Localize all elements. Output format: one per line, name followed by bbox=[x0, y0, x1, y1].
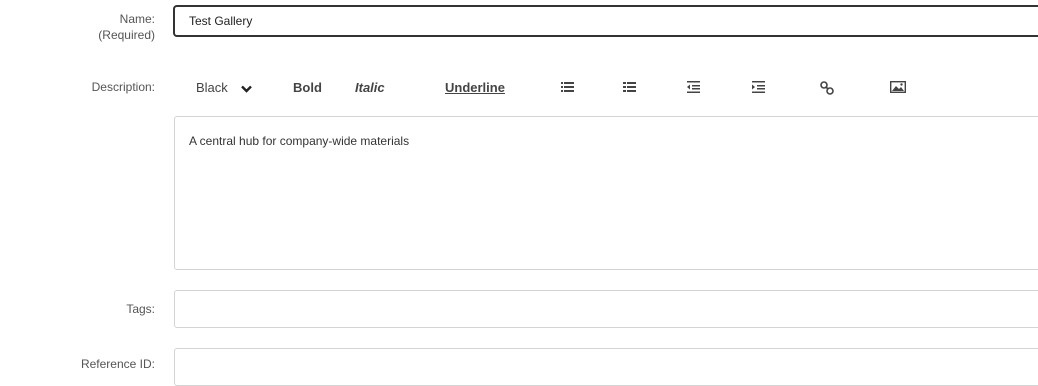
italic-button[interactable]: Italic bbox=[355, 78, 385, 98]
description-label: Description: bbox=[91, 80, 155, 94]
description-editor[interactable]: A central hub for company-wide materials bbox=[174, 116, 1038, 270]
indent-icon[interactable] bbox=[752, 78, 765, 98]
numbered-list-icon[interactable] bbox=[623, 78, 636, 98]
link-icon[interactable] bbox=[820, 78, 834, 98]
chevron-down-icon bbox=[241, 85, 253, 93]
description-editor-value: A central hub for company-wide materials bbox=[189, 134, 410, 148]
reference-id-label: Reference ID: bbox=[80, 357, 155, 371]
bold-button[interactable]: Bold bbox=[293, 78, 322, 98]
name-input-value: Test Gallery bbox=[189, 14, 253, 28]
name-input[interactable]: Test Gallery bbox=[174, 6, 1038, 36]
outdent-icon[interactable] bbox=[687, 78, 700, 98]
tags-label: Tags: bbox=[126, 302, 155, 316]
reference-id-input[interactable] bbox=[174, 348, 1038, 386]
tags-input[interactable] bbox=[174, 290, 1038, 328]
image-icon[interactable] bbox=[890, 78, 906, 98]
name-label-text: Name: bbox=[119, 12, 155, 26]
name-label: Name: (Required) bbox=[98, 11, 155, 43]
font-color-value: Black bbox=[196, 80, 228, 95]
font-color-dropdown[interactable]: Black bbox=[196, 78, 253, 98]
underline-button[interactable]: Underline bbox=[445, 78, 505, 98]
name-required-note: (Required) bbox=[98, 28, 155, 42]
bulleted-list-icon[interactable] bbox=[561, 78, 574, 98]
